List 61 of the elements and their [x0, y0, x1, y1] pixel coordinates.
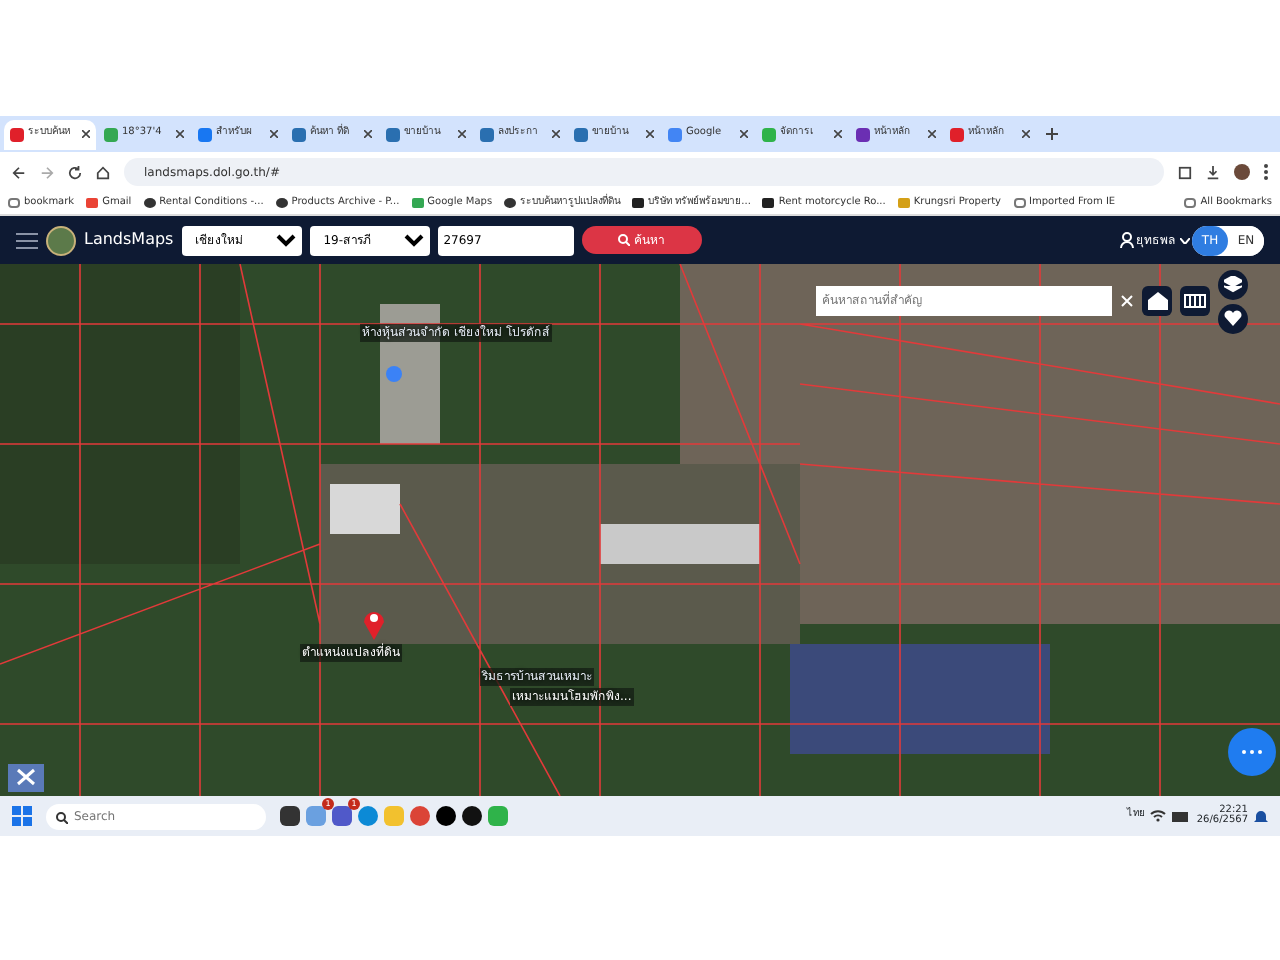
windows-start-icon[interactable] — [12, 806, 32, 826]
back-icon[interactable] — [12, 165, 26, 179]
site-icon — [632, 198, 645, 208]
close-icon[interactable] — [458, 130, 466, 138]
grid-icon — [1184, 294, 1206, 309]
site-icon — [275, 198, 288, 208]
download-icon[interactable] — [1206, 165, 1220, 179]
caret-icon[interactable] — [1179, 237, 1189, 243]
site-icon — [411, 198, 424, 208]
site-icon — [762, 198, 775, 208]
place-marker-icon — [386, 366, 402, 382]
user-icon — [1119, 232, 1133, 248]
brand-name: LandsMaps — [84, 228, 174, 252]
site-icon — [856, 127, 870, 141]
folder-icon — [1013, 198, 1026, 208]
site-icon — [762, 127, 776, 141]
close-icon[interactable] — [176, 130, 184, 138]
site-icon — [897, 198, 910, 208]
site-icon — [198, 127, 212, 141]
grid-button[interactable] — [1180, 286, 1210, 317]
site-icon — [10, 127, 24, 141]
close-icon[interactable] — [928, 130, 936, 138]
wifi-icon[interactable] — [1150, 810, 1167, 822]
site-icon — [950, 127, 964, 141]
tools-icon — [16, 768, 36, 787]
close-icon[interactable] — [646, 130, 654, 138]
close-icon[interactable] — [740, 130, 748, 138]
new-tab-icon[interactable] — [1046, 128, 1058, 140]
folder-icon — [1184, 198, 1197, 208]
logo-icon — [46, 225, 76, 255]
site-icon — [504, 198, 517, 208]
close-icon[interactable] — [270, 130, 278, 138]
site-icon — [143, 198, 156, 208]
site-icon — [480, 127, 494, 141]
close-icon[interactable] — [82, 130, 90, 138]
house-icon — [1147, 292, 1167, 311]
search-icon — [618, 233, 631, 247]
close-icon[interactable] — [552, 130, 560, 138]
home-icon[interactable] — [96, 165, 110, 179]
reload-icon[interactable] — [68, 165, 82, 179]
avatar-icon[interactable] — [1234, 164, 1250, 180]
layers-icon — [1224, 276, 1242, 294]
folder-icon — [8, 198, 20, 208]
heart-icon — [1224, 310, 1242, 326]
site-icon — [86, 198, 99, 208]
app-icon[interactable] — [280, 806, 300, 826]
site-icon — [292, 127, 306, 141]
site-icon — [104, 127, 118, 141]
close-icon[interactable] — [364, 130, 372, 138]
tools-button[interactable] — [8, 764, 44, 792]
site-icon — [386, 127, 400, 141]
more-icon — [1242, 749, 1262, 754]
battery-icon[interactable] — [1172, 811, 1191, 821]
close-icon[interactable] — [834, 130, 842, 138]
home-button[interactable] — [1142, 286, 1172, 317]
site-icon — [668, 127, 682, 141]
site-icon — [574, 127, 588, 141]
close-icon[interactable] — [1022, 130, 1030, 138]
location-pin-icon — [362, 608, 386, 640]
menu-icon[interactable] — [16, 231, 38, 249]
bell-icon[interactable] — [1254, 808, 1268, 824]
